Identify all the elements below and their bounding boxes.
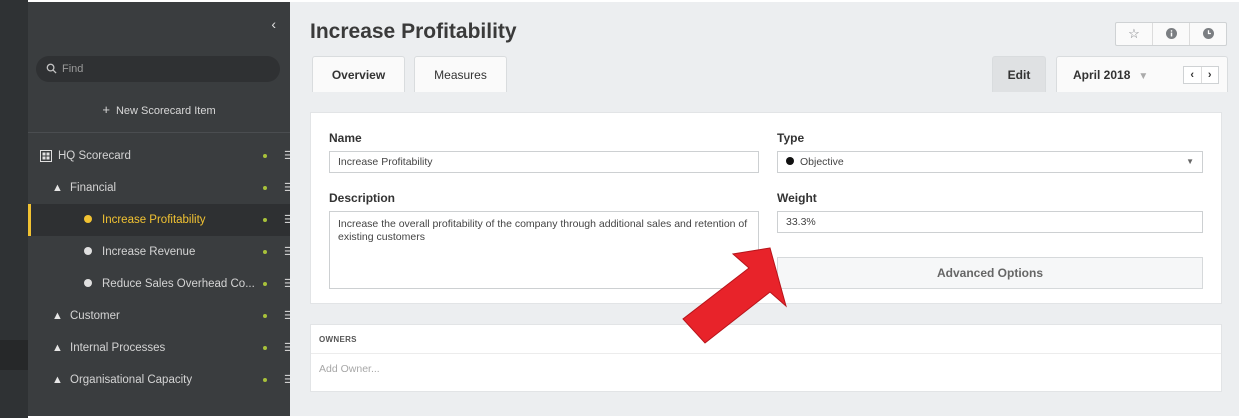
period-selector[interactable]: April 2018 ▼ ‹ ›	[1056, 56, 1228, 92]
new-scorecard-item-label: New Scorecard Item	[115, 105, 216, 117]
info-icon[interactable]	[1153, 23, 1190, 45]
status-dot	[263, 186, 267, 190]
tree-item-label: Increase Revenue	[102, 246, 196, 258]
app-window: ‹ Find + New Scorecard Item HQ Scorecard …	[0, 0, 1241, 418]
tree-item-label: HQ Scorecard	[58, 150, 131, 162]
triangle-icon: ▲	[52, 374, 63, 386]
weight-label: Weight	[777, 191, 817, 205]
tab-overview[interactable]: Overview	[312, 56, 405, 92]
tree-item-organisational-capacity[interactable]: ▲ Organisational Capacity ☰	[28, 364, 290, 396]
status-dot	[263, 282, 267, 286]
main-panel: Increase Profitability ☆ Overview Measur…	[290, 2, 1239, 416]
tree-item-label: Internal Processes	[70, 342, 166, 354]
sidebar: ‹ Find + New Scorecard Item HQ Scorecard …	[28, 2, 290, 416]
tree-item-label: Financial	[70, 182, 117, 194]
triangle-icon: ▲	[52, 310, 63, 322]
edit-button[interactable]: Edit	[992, 56, 1046, 92]
tree-item-customer[interactable]: ▲ Customer ☰	[28, 300, 290, 332]
tab-measures[interactable]: Measures	[414, 56, 507, 92]
objective-dot-icon	[786, 157, 794, 165]
left-strip	[0, 0, 28, 418]
tree-item-label: Organisational Capacity	[70, 374, 193, 386]
collapse-sidebar-icon[interactable]: ‹	[271, 16, 276, 32]
sidebar-top: ‹	[28, 2, 290, 50]
objective-bullet-icon	[84, 236, 92, 268]
status-dot	[263, 314, 267, 318]
scorecard-icon	[40, 140, 52, 175]
tree-item-reduce-sales-overhead[interactable]: Reduce Sales Overhead Co... ☰	[28, 268, 290, 300]
owners-divider	[311, 353, 1221, 354]
next-period-button[interactable]: ›	[1202, 67, 1219, 83]
sidebar-divider	[28, 132, 290, 133]
tree-item-label: Reduce Sales Overhead Co...	[102, 278, 254, 290]
search-icon	[46, 56, 57, 83]
status-dot	[263, 154, 267, 158]
tree-item-internal-processes[interactable]: ▲ Internal Processes ☰	[28, 332, 290, 364]
period-nav: ‹ ›	[1183, 66, 1219, 84]
previous-period-button[interactable]: ‹	[1184, 67, 1202, 83]
caret-down-icon: ▼	[1186, 157, 1194, 166]
triangle-icon: ▲	[52, 342, 63, 354]
star-icon[interactable]: ☆	[1116, 23, 1153, 45]
search-input[interactable]: Find	[36, 56, 280, 82]
weight-field[interactable]: 33.3%	[777, 211, 1203, 233]
advanced-options-button[interactable]: Advanced Options	[777, 257, 1203, 289]
description-field[interactable]: Increase the overall profitability of th…	[329, 211, 759, 289]
type-value: Objective	[800, 156, 844, 168]
name-label: Name	[329, 131, 362, 145]
tree-item-label: Increase Profitability	[102, 214, 206, 226]
tree-item-label: Customer	[70, 310, 120, 322]
search-placeholder: Find	[62, 63, 84, 75]
status-dot	[263, 250, 267, 254]
details-card: Name Increase Profitability Type Objecti…	[310, 112, 1222, 304]
type-select[interactable]: Objective ▼	[777, 151, 1203, 173]
objective-bullet-icon	[84, 268, 92, 300]
header-icon-bar: ☆	[1115, 22, 1227, 46]
status-dot	[263, 378, 267, 382]
status-dot	[263, 346, 267, 350]
name-field[interactable]: Increase Profitability	[329, 151, 759, 173]
owners-panel: OWNERS Add Owner...	[310, 324, 1222, 392]
type-label: Type	[777, 131, 805, 145]
objective-bullet-icon	[84, 204, 92, 236]
tree-item-increase-revenue[interactable]: Increase Revenue ☰	[28, 236, 290, 268]
scorecard-tree: HQ Scorecard ☰ ▲ Financial ☰ Increase Pr…	[28, 140, 290, 396]
strip-block	[0, 340, 28, 370]
period-label: April 2018	[1073, 68, 1131, 82]
new-scorecard-item-button[interactable]: + New Scorecard Item	[28, 102, 290, 117]
page-title: Increase Profitability	[310, 20, 517, 43]
chevron-down-icon: ▼	[1138, 71, 1149, 82]
tree-item-increase-profitability[interactable]: Increase Profitability ☰	[28, 204, 290, 236]
status-dot	[263, 218, 267, 222]
tree-item-financial[interactable]: ▲ Financial ☰	[28, 172, 290, 204]
tree-item-hq-scorecard[interactable]: HQ Scorecard ☰	[28, 140, 290, 172]
description-label: Description	[329, 191, 396, 205]
plus-icon: +	[102, 102, 110, 117]
clock-icon[interactable]	[1190, 23, 1226, 45]
add-owner-input[interactable]: Add Owner...	[319, 363, 380, 375]
owners-header: OWNERS	[319, 335, 357, 344]
triangle-icon: ▲	[52, 182, 63, 194]
